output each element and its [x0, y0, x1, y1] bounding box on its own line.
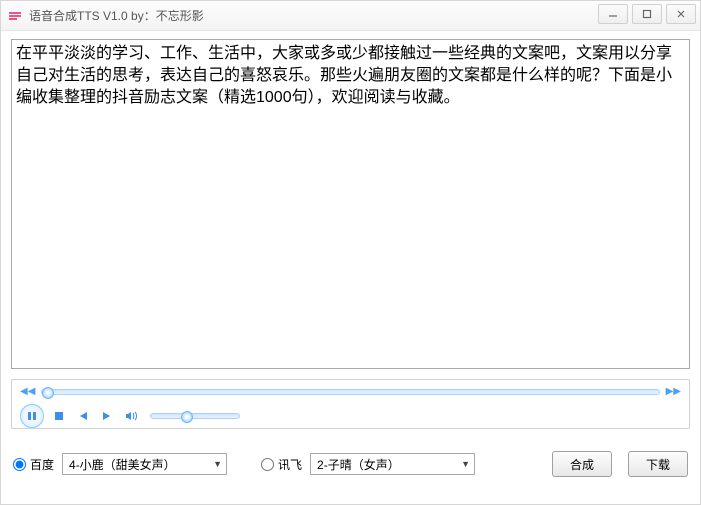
audio-player: ◀◀ ▶▶: [11, 379, 690, 429]
options-row: 百度 4-小鹿（甜美女声） ▼ 讯飞 2-子晴（女声） ▼ 合成 下载: [11, 451, 690, 477]
seek-back-icon[interactable]: ◀◀: [20, 387, 35, 397]
chevron-down-icon: ▼: [461, 459, 470, 469]
seek-bar-row: ◀◀ ▶▶: [20, 384, 681, 400]
baidu-voice-combo[interactable]: 4-小鹿（甜美女声） ▼: [62, 453, 227, 475]
synthesize-label: 合成: [570, 456, 594, 473]
synthesize-button[interactable]: 合成: [552, 451, 612, 477]
seek-forward-icon[interactable]: ▶▶: [666, 387, 681, 397]
app-icon: [7, 8, 23, 24]
volume-track[interactable]: [150, 413, 240, 419]
seek-thumb[interactable]: [42, 387, 54, 399]
play-pause-button[interactable]: [20, 404, 44, 428]
app-window: 语音合成TTS V1.0 by：不忘形影 ◀◀ ▶▶: [0, 0, 701, 505]
next-button[interactable]: [98, 407, 116, 425]
previous-button[interactable]: [74, 407, 92, 425]
provider-xunfei-radio[interactable]: 讯飞: [261, 456, 302, 473]
download-button[interactable]: 下载: [628, 451, 688, 477]
volume-icon[interactable]: [122, 407, 140, 425]
xunfei-label: 讯飞: [278, 456, 302, 473]
volume-thumb[interactable]: [181, 411, 193, 423]
download-label: 下载: [646, 456, 670, 473]
xunfei-voice-combo[interactable]: 2-子晴（女声） ▼: [310, 453, 475, 475]
xunfei-radio-input[interactable]: [261, 458, 274, 471]
close-button[interactable]: [666, 4, 696, 24]
baidu-label: 百度: [30, 456, 54, 473]
seek-track[interactable]: [41, 389, 659, 395]
provider-baidu-radio[interactable]: 百度: [13, 456, 54, 473]
maximize-button[interactable]: [632, 4, 662, 24]
xunfei-voice-value: 2-子晴（女声）: [317, 456, 400, 473]
chevron-down-icon: ▼: [213, 459, 222, 469]
baidu-radio-input[interactable]: [13, 458, 26, 471]
baidu-voice-value: 4-小鹿（甜美女声）: [69, 456, 176, 473]
player-controls: [20, 404, 681, 428]
window-title: 语音合成TTS V1.0 by：不忘形影: [29, 7, 204, 24]
window-buttons: [598, 4, 696, 24]
titlebar: 语音合成TTS V1.0 by：不忘形影: [1, 1, 700, 31]
client-area: ◀◀ ▶▶: [1, 31, 700, 504]
stop-button[interactable]: [50, 407, 68, 425]
minimize-button[interactable]: [598, 4, 628, 24]
text-input[interactable]: [11, 39, 690, 369]
